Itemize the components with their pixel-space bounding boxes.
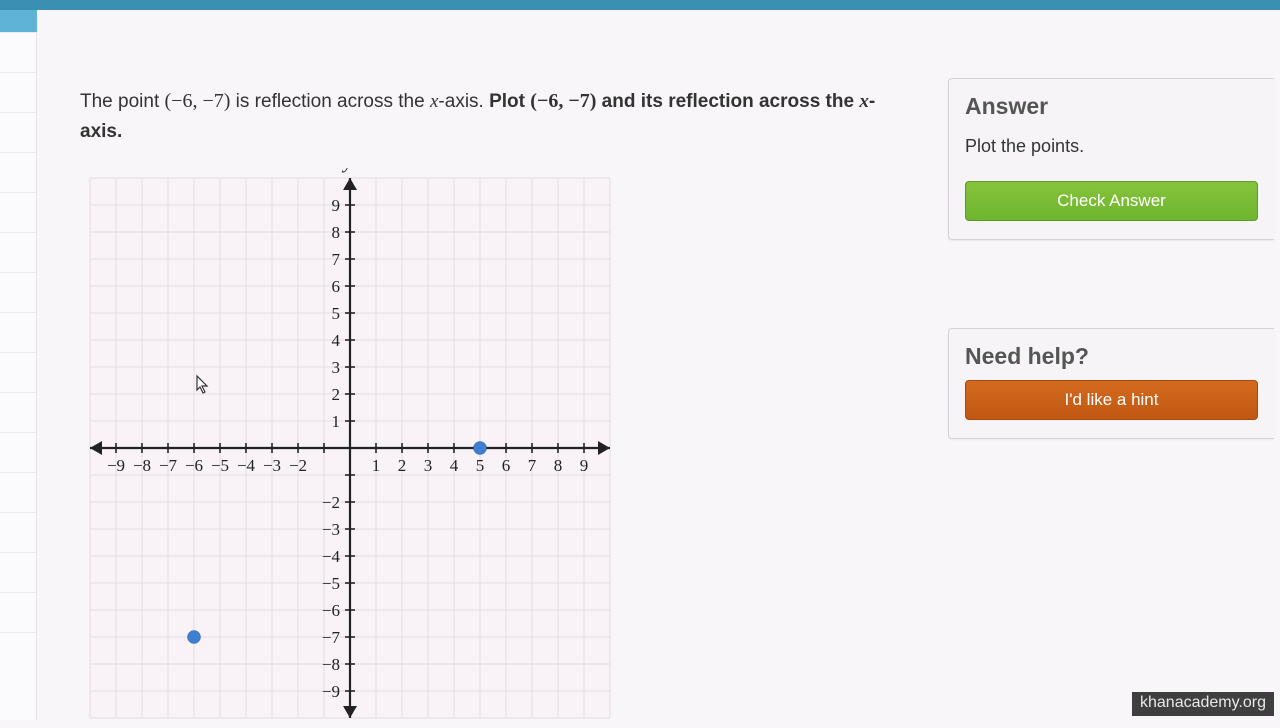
plotted-point[interactable] — [188, 631, 201, 644]
svg-text:y: y — [342, 168, 353, 173]
top-tab[interactable] — [0, 10, 37, 32]
left-sidebar — [0, 32, 37, 720]
svg-text:5: 5 — [476, 456, 485, 475]
svg-text:−8: −8 — [322, 655, 340, 674]
answer-panel: Answer Plot the points. Check Answer — [948, 78, 1274, 240]
top-bar — [0, 0, 1280, 10]
svg-text:6: 6 — [502, 456, 511, 475]
q-point2: (−6, −7) — [530, 90, 596, 112]
footer-brand: khanacademy.org — [1132, 692, 1274, 716]
q-mid: is reflection across the — [230, 91, 430, 112]
help-panel: Need help? I'd like a hint — [948, 328, 1274, 439]
svg-text:1: 1 — [332, 412, 341, 431]
svg-text:−2: −2 — [289, 456, 307, 475]
svg-text:8: 8 — [554, 456, 563, 475]
svg-text:7: 7 — [528, 456, 537, 475]
svg-text:8: 8 — [332, 223, 341, 242]
svg-text:7: 7 — [332, 250, 341, 269]
svg-text:−5: −5 — [211, 456, 229, 475]
svg-text:−7: −7 — [159, 456, 178, 475]
svg-text:−6: −6 — [185, 456, 203, 475]
coordinate-plane[interactable]: −9−8−7−6−5−4−3−2123456789−9−8−7−6−5−4−3−… — [80, 168, 620, 728]
svg-text:−2: −2 — [322, 493, 340, 512]
svg-text:1: 1 — [372, 456, 381, 475]
svg-text:−8: −8 — [133, 456, 151, 475]
q-axis-suffix: -axis. — [438, 91, 489, 112]
svg-text:−3: −3 — [322, 520, 340, 539]
q-point1: (−6, −7) — [165, 90, 231, 112]
answer-title: Answer — [949, 79, 1274, 136]
svg-text:−9: −9 — [107, 456, 125, 475]
svg-text:6: 6 — [332, 277, 341, 296]
svg-text:−4: −4 — [237, 456, 256, 475]
q-axis2: x — [859, 91, 869, 112]
plotted-point[interactable] — [474, 442, 487, 455]
svg-text:3: 3 — [424, 456, 433, 475]
q-prefix: The point — [80, 91, 165, 112]
svg-text:2: 2 — [332, 385, 341, 404]
svg-text:−5: −5 — [322, 574, 340, 593]
svg-text:9: 9 — [332, 196, 341, 215]
svg-text:−9: −9 — [322, 682, 340, 701]
q-plot-word: Plot — [489, 91, 530, 112]
svg-text:−4: −4 — [322, 547, 341, 566]
svg-text:5: 5 — [332, 304, 341, 323]
svg-text:3: 3 — [332, 358, 341, 377]
hint-button[interactable]: I'd like a hint — [965, 380, 1258, 420]
svg-text:4: 4 — [450, 456, 459, 475]
svg-text:9: 9 — [580, 456, 589, 475]
svg-text:2: 2 — [398, 456, 407, 475]
svg-text:−6: −6 — [322, 601, 340, 620]
question-text: The point (−6, −7) is reflection across … — [80, 86, 910, 147]
check-answer-button[interactable]: Check Answer — [965, 181, 1258, 221]
q-tail: and its reflection across the — [596, 91, 859, 112]
svg-text:4: 4 — [332, 331, 341, 350]
svg-text:−3: −3 — [263, 456, 281, 475]
help-title: Need help? — [949, 329, 1274, 380]
answer-instruction: Plot the points. — [949, 136, 1274, 181]
svg-text:−7: −7 — [322, 628, 341, 647]
